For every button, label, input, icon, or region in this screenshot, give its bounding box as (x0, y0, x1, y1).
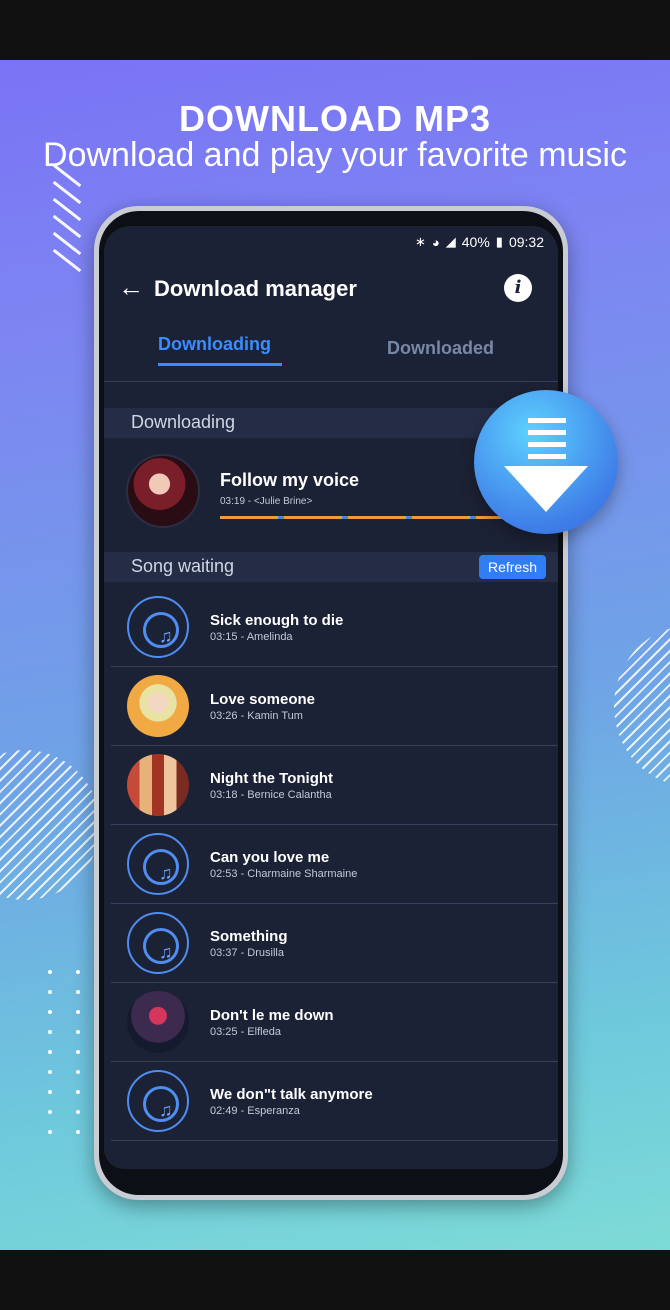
song-title: Can you love me (210, 849, 330, 866)
song-cover-image (127, 675, 189, 737)
download-progress-bar (220, 516, 510, 520)
song-subtitle: 03:25 - Elfleda (210, 1026, 281, 1038)
song-title: Don't le me down (210, 1007, 334, 1024)
refresh-button[interactable]: Refresh (478, 555, 546, 579)
song-list-item[interactable]: We don"t talk anymore 02:49 - Esperanza (111, 1062, 558, 1141)
music-disc-icon (127, 1070, 189, 1132)
active-tab-indicator (158, 363, 282, 366)
song-title: Something (210, 928, 288, 945)
page-title: Download manager (154, 276, 357, 301)
back-arrow-icon[interactable]: ← (118, 272, 144, 303)
status-bar: ∗ ◕ ◢ 40% ▮ 09:32 (415, 234, 544, 250)
tab-downloaded-label: Downloaded (387, 338, 494, 358)
app-screen: ∗ ◕ ◢ 40% ▮ 09:32 ← Download manager i D… (104, 226, 558, 1169)
promo-headline: DOWNLOAD MP3 (179, 98, 491, 139)
song-subtitle: 03:37 - Drusilla (210, 947, 284, 959)
song-subtitle: 02:49 - Esperanza (210, 1105, 300, 1117)
tab-downloading[interactable]: Downloading (158, 334, 282, 366)
album-cover (126, 454, 200, 528)
song-title: Love someone (210, 691, 316, 708)
song-title: We don"t talk anymore (210, 1086, 373, 1103)
song-subtitle: 03:26 - Kamin Tum (210, 710, 303, 722)
download-title: Follow my voice (220, 470, 360, 490)
info-icon[interactable]: i (504, 274, 532, 302)
tab-bar: Downloading Downloaded (104, 326, 558, 382)
downloading-section-label: Downloading (131, 412, 236, 432)
song-subtitle: 02:53 - Charmaine Sharmaine (210, 868, 358, 880)
download-arrow-icon (474, 390, 618, 534)
song-subtitle: 03:15 - Amelinda (210, 631, 293, 643)
download-subtitle: 03:19 - <Julie Brine> (220, 496, 313, 507)
song-list-item[interactable]: Night the Tonight 03:18 - Bernice Calanth… (111, 746, 558, 825)
song-title: Night the Tonight (210, 770, 334, 787)
song-title: Sick enough to die (210, 612, 344, 629)
song-list-item[interactable]: Don't le me down 03:25 - Elfleda (111, 983, 558, 1062)
song-subtitle: 03:18 - Bernice Calantha (210, 789, 332, 801)
music-disc-icon (127, 833, 189, 895)
signal-icon: ◢ (445, 234, 456, 249)
tab-downloaded[interactable]: Downloaded (387, 338, 494, 359)
top-letterbox (0, 0, 670, 60)
song-list-item[interactable]: Sick enough to die 03:15 - Amelinda (111, 588, 558, 667)
song-list-item[interactable]: Something 03:37 - Drusilla (111, 904, 558, 983)
tab-downloading-label: Downloading (158, 334, 271, 354)
song-list-item[interactable]: Can you love me 02:53 - Charmaine Sharmai… (111, 825, 558, 904)
wifi-icon: ◕ (431, 234, 440, 250)
decorative-striped-circle-left (0, 750, 100, 900)
song-list: Sick enough to die 03:15 - Amelinda Love s… (111, 588, 558, 1141)
status-time: 09:32 (508, 234, 544, 250)
phone-frame: ∗ ◕ ◢ 40% ▮ 09:32 ← Download manager i D… (94, 206, 568, 1200)
music-disc-icon (127, 912, 189, 974)
phone-bezel: ∗ ◕ ◢ 40% ▮ 09:32 ← Download manager i D… (99, 211, 563, 1195)
music-disc-icon (127, 596, 189, 658)
progress-track (220, 516, 510, 519)
waiting-section-header: Song waiting Refresh (104, 552, 558, 582)
decorative-striped-circle-right (614, 626, 670, 786)
song-cover-image (127, 754, 189, 816)
waiting-section-label: Song waiting (131, 556, 235, 576)
app-header: ← Download manager i (104, 266, 558, 314)
song-list-item[interactable]: Love someone 03:26 - Kamin Tum (111, 667, 558, 746)
song-cover-image (127, 991, 189, 1053)
bottom-letterbox (0, 1250, 670, 1310)
decorative-stripes (50, 163, 84, 276)
bluetooth-icon: ∗ (415, 234, 426, 249)
battery-icon: ▮ (495, 234, 503, 249)
promo-subhead: Download and play your favorite music (43, 136, 627, 174)
battery-percent: 40% (461, 234, 490, 250)
